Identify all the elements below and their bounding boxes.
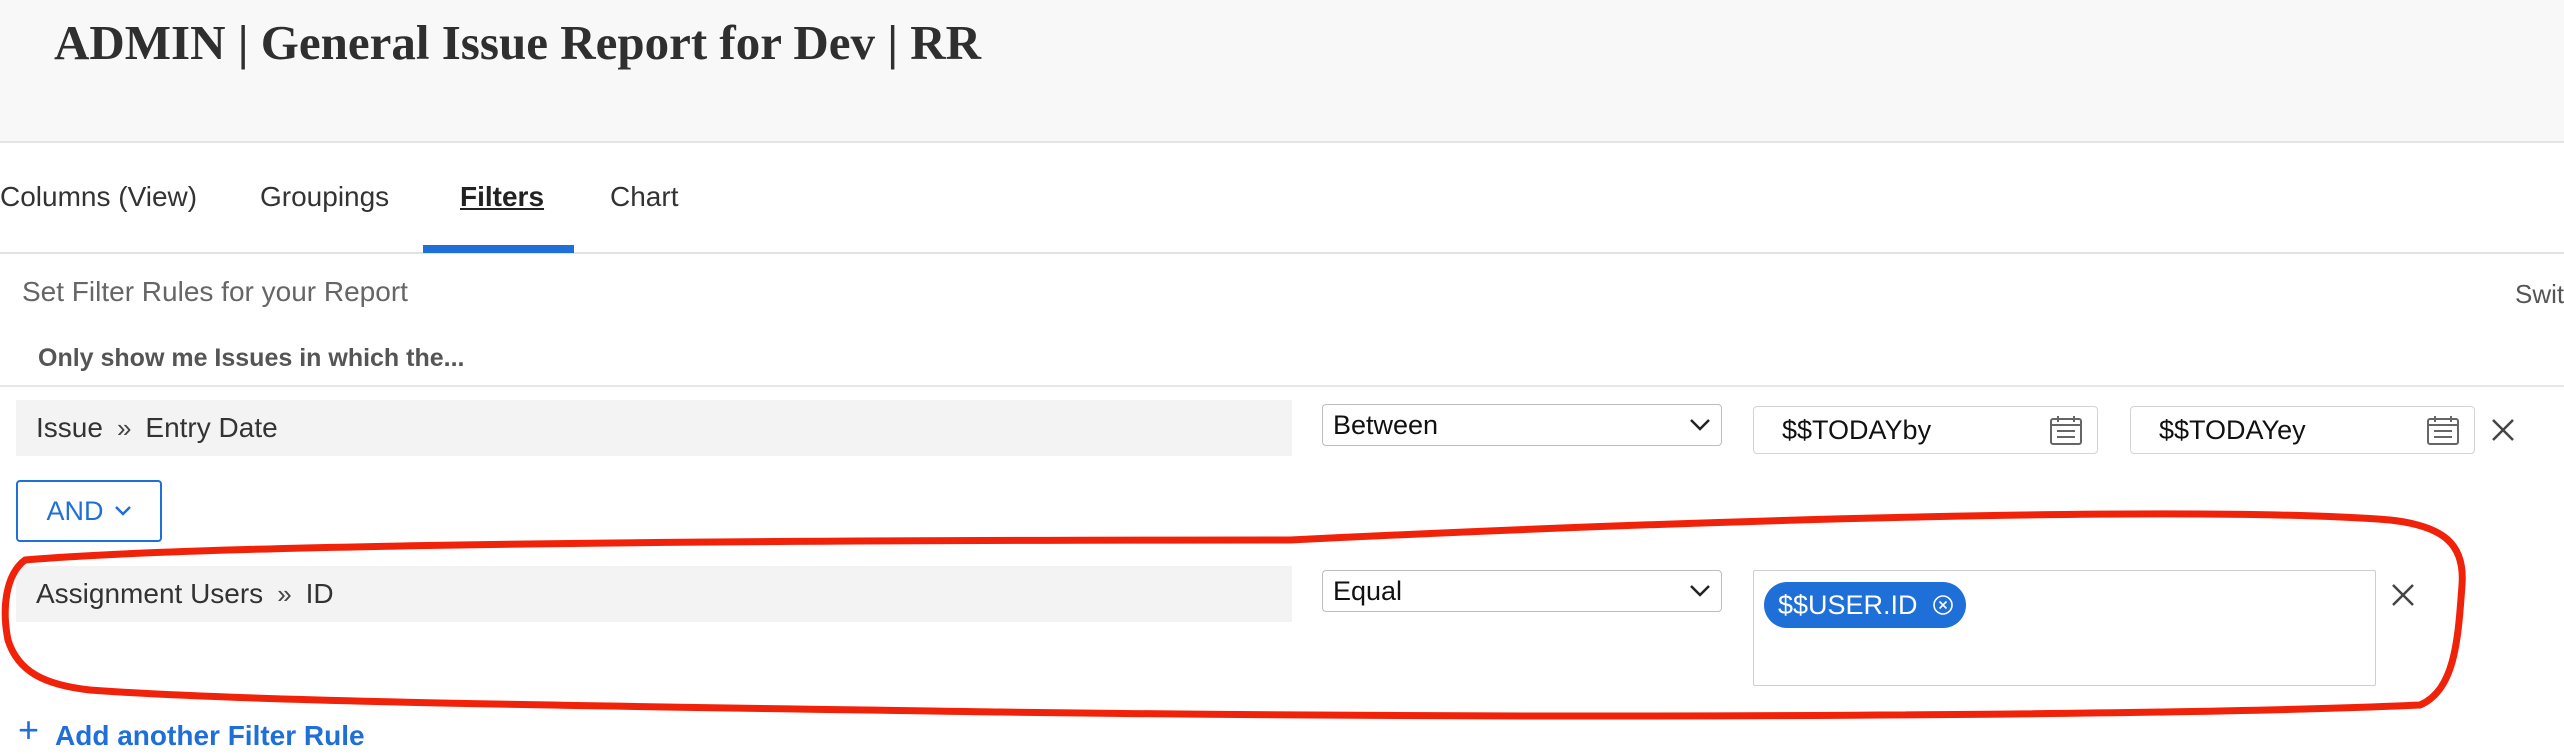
tab-filters[interactable]: Filters <box>460 181 544 213</box>
calendar-icon[interactable] <box>2426 414 2460 446</box>
tab-bar: Columns (View) Groupings Filters Chart <box>0 143 2564 254</box>
field-object: Issue <box>36 412 103 443</box>
double-chevron-right-icon: » <box>277 578 292 609</box>
filter-rule-2-field[interactable]: Assignment Users » ID <box>16 566 1292 622</box>
tab-columns-view[interactable]: Columns (View) <box>0 181 197 213</box>
switch-mode-link[interactable]: Swit <box>2515 279 2564 310</box>
filter-rule-1-date-to[interactable]: $$TODAYey <box>2130 406 2475 454</box>
operator-value: Equal <box>1333 575 1403 606</box>
date-from-value: $$TODAYby <box>1782 414 1932 445</box>
tab-chart[interactable]: Chart <box>610 181 678 213</box>
field-object: Assignment Users <box>36 578 264 609</box>
operator-value: Between <box>1333 409 1439 440</box>
close-icon[interactable] <box>2390 582 2416 608</box>
add-filter-rule-label: Add another Filter Rule <box>55 720 365 751</box>
filter-rule-1-operator-select[interactable]: Between <box>1322 404 1722 446</box>
conjunction-and-button[interactable]: AND <box>16 480 162 542</box>
filter-lead-text: Only show me Issues in which the... <box>38 344 465 372</box>
field-name: Entry Date <box>145 412 278 443</box>
close-icon[interactable] <box>2490 417 2516 443</box>
chevron-down-icon <box>114 506 131 516</box>
value-chip: $$USER.ID <box>1764 582 1966 628</box>
chevron-down-icon <box>1690 585 1710 597</box>
tab-groupings[interactable]: Groupings <box>260 181 389 213</box>
page-header: ADMIN | General Issue Report for Dev | R… <box>0 0 2564 143</box>
divider <box>0 385 2564 387</box>
filter-rule-2-operator-select[interactable]: Equal <box>1322 570 1722 612</box>
chip-label: $$USER.ID <box>1778 589 1918 620</box>
add-filter-rule-link[interactable]: + Add another Filter Rule <box>18 709 365 752</box>
active-tab-indicator <box>423 245 574 253</box>
filters-subtitle: Set Filter Rules for your Report <box>22 276 408 307</box>
circle-x-icon[interactable] <box>1932 594 1954 616</box>
filter-rule-1-field[interactable]: Issue » Entry Date <box>16 400 1292 456</box>
double-chevron-right-icon: » <box>116 412 132 443</box>
chevron-down-icon <box>1690 419 1710 431</box>
date-to-value: $$TODAYey <box>2159 414 2306 445</box>
calendar-icon[interactable] <box>2049 414 2083 446</box>
page-title: ADMIN | General Issue Report for Dev | R… <box>54 15 982 70</box>
plus-icon: + <box>18 709 40 750</box>
filter-rule-1-date-from[interactable]: $$TODAYby <box>1753 406 2098 454</box>
field-name: ID <box>305 578 334 609</box>
conjunction-label: AND <box>46 495 104 526</box>
filter-rule-2-value-input[interactable]: $$USER.ID <box>1753 570 2376 686</box>
